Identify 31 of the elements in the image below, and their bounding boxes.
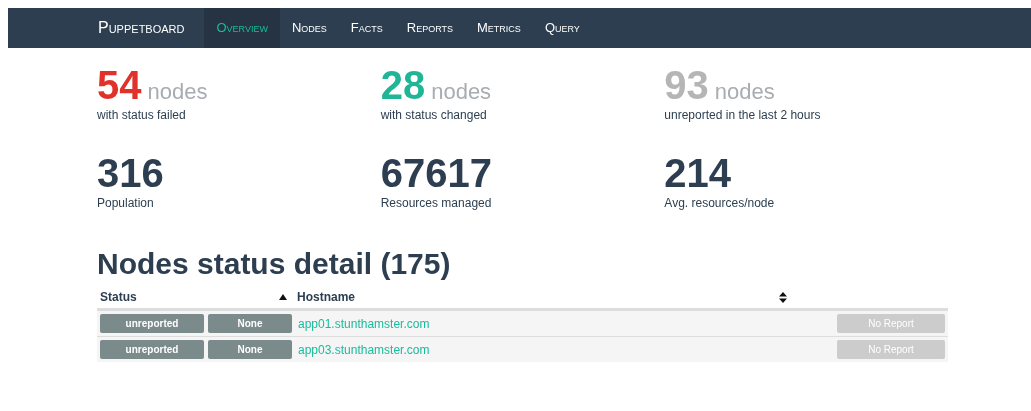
stat-number: 67617: [380, 152, 493, 194]
stat-caption: with status failed: [97, 107, 187, 124]
stat-caption: Avg. resources/node: [664, 195, 776, 212]
stat-unit: nodes: [431, 79, 492, 104]
nav-tab[interactable]: Nodes: [279, 8, 339, 48]
nav-tab[interactable]: Overview: [204, 8, 280, 48]
stat-number: 93: [664, 63, 709, 107]
stat-number: 54: [97, 63, 142, 107]
column-header[interactable]: Status: [100, 288, 137, 306]
section-title: Nodes status detail (175): [97, 246, 452, 282]
nav-tab[interactable]: Reports: [394, 8, 466, 48]
nav-tab[interactable]: Metrics: [465, 8, 533, 48]
column-header[interactable]: Hostname: [297, 288, 355, 306]
nav-tab[interactable]: Facts: [338, 8, 395, 48]
brand-link[interactable]: Puppetboard: [96, 8, 205, 48]
stat-caption: unreported in the last 2 hours: [664, 107, 822, 124]
status-label: unreported: [100, 314, 204, 333]
stat-caption: Population: [97, 195, 155, 212]
catalog-label: None: [208, 340, 292, 359]
stat-number: 214: [664, 152, 733, 194]
status-label: unreported: [100, 340, 204, 359]
sort-ascending-icon[interactable]: [279, 294, 287, 300]
sort-icon[interactable]: [779, 291, 787, 303]
stat-caption: with status changed: [380, 107, 488, 124]
stat-number: 316: [97, 152, 165, 194]
stat-unit: nodes: [147, 79, 208, 104]
nav-tab[interactable]: Query: [532, 8, 592, 48]
catalog-label: None: [208, 314, 292, 333]
stat-unit: nodes: [714, 79, 775, 104]
stat-number: 28: [380, 63, 426, 107]
stat-caption: Resources managed: [380, 195, 493, 212]
